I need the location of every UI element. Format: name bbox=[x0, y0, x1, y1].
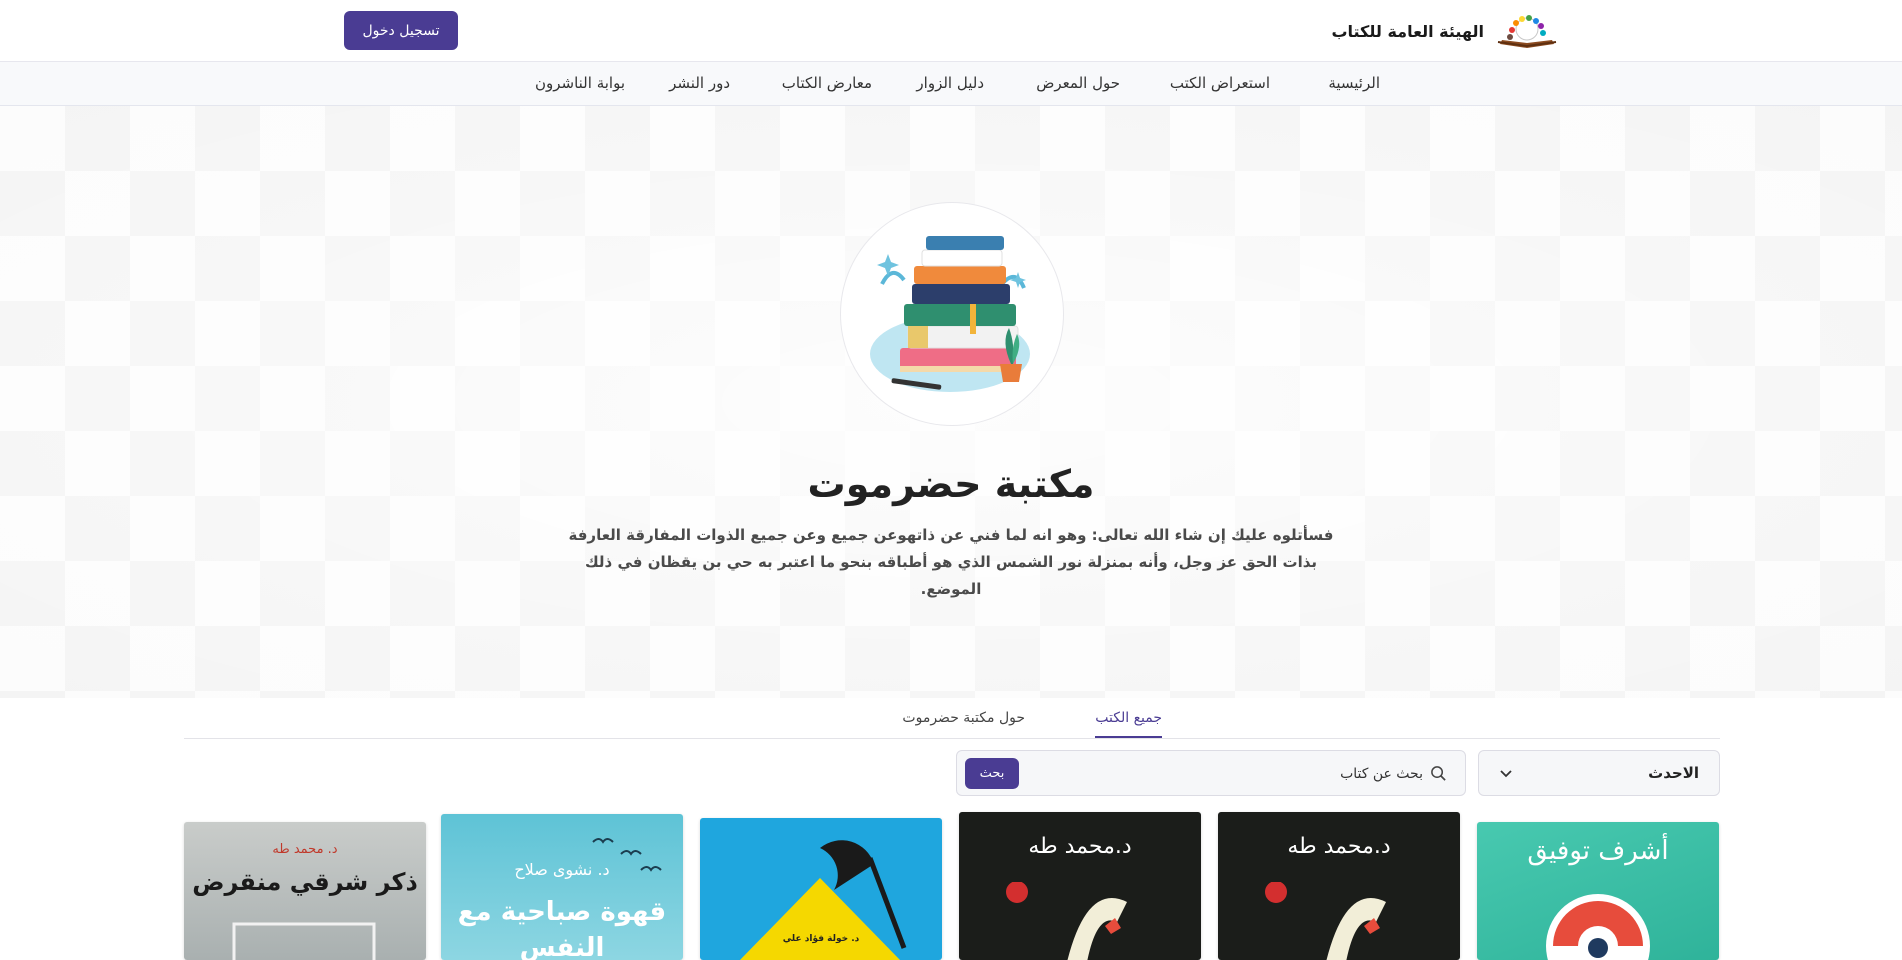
book-card[interactable]: د.محمد طه bbox=[1218, 812, 1460, 960]
nav-item-visitors-guide[interactable]: دليل الزوار bbox=[916, 74, 984, 92]
description-line-2: بذات الحق عز وجل، وأنه بمنزلة نور الشمس … bbox=[584, 553, 1318, 598]
library-description: فسأتلوه عليك إن شاء الله تعالى: وهو انه … bbox=[566, 522, 1336, 603]
brand-logo-icon bbox=[1497, 15, 1557, 48]
book-cover-art bbox=[232, 922, 376, 960]
tab-all-books[interactable]: جميع الكتب bbox=[1095, 710, 1162, 738]
nav-item-book-fairs[interactable]: معارض الكتاب bbox=[782, 74, 872, 92]
book-author: د.محمد طه bbox=[1028, 834, 1132, 859]
nav-item-about-fair[interactable]: حول المعرض bbox=[1036, 74, 1120, 92]
login-button[interactable]: تسجيل دخول bbox=[344, 11, 458, 50]
tab-about-library[interactable]: حول مكتبة حضرموت bbox=[902, 710, 1025, 736]
book-card[interactable]: د.محمد طه bbox=[959, 812, 1201, 960]
book-card[interactable]: أشرف توفيق bbox=[1477, 822, 1719, 960]
book-title: قهوة صباحية مع النفس bbox=[457, 897, 667, 960]
nav-item-publishing-houses[interactable]: دور النشر bbox=[669, 74, 730, 92]
chevron-down-icon bbox=[1500, 770, 1512, 778]
brand[interactable]: الهيئة العامة للكتاب bbox=[1331, 12, 1560, 50]
book-author: أشرف توفيق bbox=[1527, 836, 1669, 866]
library-hero: مكتبة حضرموت فسأتلوه عليك إن شاء الله تع… bbox=[0, 106, 1902, 698]
content-tabs: جميع الكتب حول مكتبة حضرموت bbox=[184, 698, 1720, 739]
nav-item-publishers-portal[interactable]: بوابة الناشرون bbox=[535, 74, 625, 92]
book-cover-art bbox=[1265, 882, 1386, 960]
nav-item-browse-books[interactable]: استعراض الكتب bbox=[1170, 74, 1270, 92]
book-cover-art bbox=[1546, 894, 1650, 960]
nav-item-home[interactable]: الرئيسية bbox=[1328, 74, 1380, 92]
main-nav: الرئيسية استعراض الكتب حول المعرض دليل ا… bbox=[0, 62, 1902, 106]
description-line-1: فسأتلوه عليك إن شاء الله تعالى: وهو انه … bbox=[568, 526, 1334, 544]
book-author: د. نشوى صلاح bbox=[514, 860, 610, 879]
library-avatar bbox=[840, 202, 1064, 426]
search-icon bbox=[1431, 766, 1446, 781]
book-cover-art bbox=[1006, 882, 1127, 960]
book-author: د. محمد طه bbox=[272, 842, 338, 857]
sort-select[interactable]: الاحدث bbox=[1478, 750, 1720, 796]
sort-selected-value: الاحدث bbox=[1648, 764, 1699, 782]
top-header: الهيئة العامة للكتاب تسجيل دخول bbox=[0, 0, 1902, 62]
book-card[interactable]: د. خولة فؤاد علي bbox=[700, 818, 942, 960]
book-author: د.محمد طه bbox=[1287, 834, 1391, 859]
search-button[interactable]: بحث bbox=[965, 758, 1019, 789]
book-author: د. خولة فؤاد علي bbox=[782, 934, 860, 944]
book-title: ذكر شرقي منقرض bbox=[192, 868, 418, 896]
search-input[interactable] bbox=[1023, 759, 1423, 789]
library-title: مكتبة حضرموت bbox=[807, 462, 1095, 506]
book-card[interactable]: د. محمد طه ذكر شرقي منقرض bbox=[184, 822, 426, 960]
search-box: بحث bbox=[956, 750, 1466, 796]
books-stack-icon bbox=[870, 236, 1030, 392]
book-card[interactable]: د. نشوى صلاح قهوة صباحية مع النفس bbox=[441, 814, 683, 960]
brand-name: الهيئة العامة للكتاب bbox=[1331, 21, 1484, 41]
